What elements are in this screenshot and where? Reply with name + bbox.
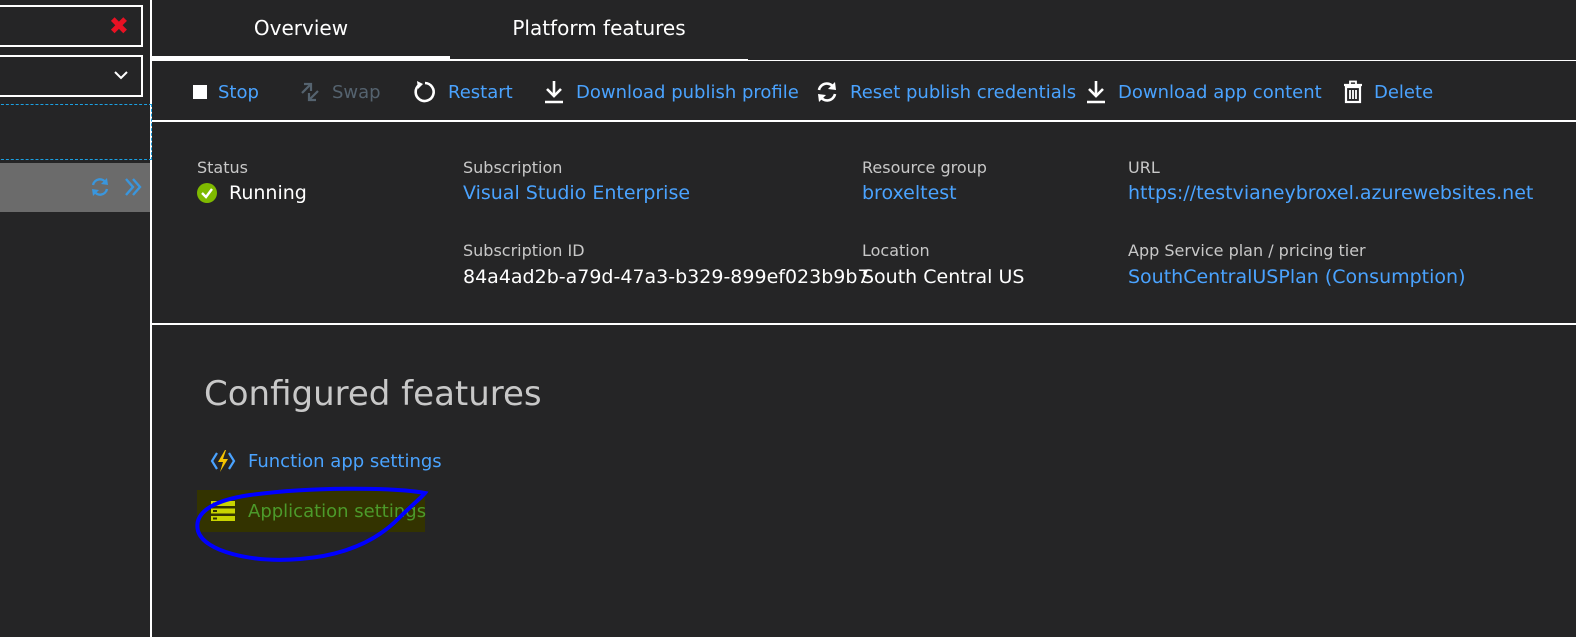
download-icon	[545, 81, 563, 104]
double-chevron-right-icon[interactable]	[123, 175, 143, 199]
tab-platform-features[interactable]: Platform features	[450, 0, 748, 60]
download-app-content-button[interactable]: Download app content	[1084, 79, 1322, 105]
left-pane: ✖	[0, 0, 152, 637]
tab-overview[interactable]: Overview	[152, 0, 450, 60]
close-icon[interactable]: ✖	[109, 12, 129, 40]
status-row: Running	[197, 182, 307, 204]
location-label: Location	[862, 241, 930, 260]
resource-group-link[interactable]: broxeltest	[862, 182, 957, 204]
subscription-id-label: Subscription ID	[463, 241, 585, 260]
download-publish-profile-label: Download publish profile	[576, 81, 799, 103]
function-app-settings-label: Function app settings	[248, 450, 442, 472]
reset-icon	[817, 82, 837, 102]
check-circle-icon	[197, 183, 217, 203]
swap-label: Swap	[332, 81, 381, 103]
refresh-icon[interactable]	[89, 176, 111, 198]
function-app-settings-link[interactable]: Function app settings	[210, 448, 442, 474]
subscription-link[interactable]: Visual Studio Enterprise	[463, 182, 690, 204]
stop-button[interactable]: Stop	[192, 79, 259, 105]
reset-publish-credentials-label: Reset publish credentials	[850, 81, 1077, 103]
app-settings-icon	[211, 501, 235, 521]
app-root: ✖ Overview Platform features Stop Swap R…	[0, 0, 1576, 637]
stop-label: Stop	[218, 81, 259, 103]
delete-label: Delete	[1374, 81, 1434, 103]
left-dropdown[interactable]	[0, 55, 143, 97]
tab-strip: Overview Platform features	[152, 0, 1576, 60]
left-search-box[interactable]: ✖	[0, 5, 143, 47]
function-bolt-icon	[210, 450, 236, 472]
application-settings-link[interactable]: Application settings	[210, 499, 426, 523]
delete-button[interactable]: Delete	[1342, 79, 1433, 105]
location-value: South Central US	[862, 266, 1025, 288]
subscription-id-value: 84a4ad2b-a79d-47a3-b329-899ef023b9b7	[463, 266, 870, 288]
left-selected-row[interactable]	[0, 163, 150, 212]
reset-publish-credentials-button[interactable]: Reset publish credentials	[814, 79, 1076, 105]
download-publish-profile-button[interactable]: Download publish profile	[542, 79, 799, 105]
url-label: URL	[1128, 158, 1160, 177]
url-link[interactable]: https://testvianeybroxel.azurewebsites.n…	[1128, 182, 1533, 204]
download-icon	[1087, 81, 1105, 104]
trash-icon	[1344, 80, 1362, 104]
download-app-content-label: Download app content	[1118, 81, 1322, 103]
command-bar: Stop Swap Restart Download publish profi…	[152, 60, 1576, 122]
swap-icon	[301, 82, 319, 102]
restart-button[interactable]: Restart	[412, 79, 513, 105]
subscription-label: Subscription	[463, 158, 563, 177]
swap-button: Swap	[298, 79, 381, 105]
plan-link[interactable]: SouthCentralUSPlan (Consumption)	[1128, 266, 1466, 288]
plan-label: App Service plan / pricing tier	[1128, 241, 1366, 260]
configured-features-heading: Configured features	[204, 374, 542, 414]
essentials-panel: Status Running Subscription Visual Studi…	[152, 122, 1576, 325]
stop-icon	[193, 85, 207, 99]
chevron-down-icon	[114, 71, 128, 80]
restart-label: Restart	[448, 81, 513, 103]
left-focus-region[interactable]	[0, 104, 152, 160]
application-settings-label: Application settings	[248, 500, 427, 522]
status-value: Running	[229, 182, 307, 204]
resource-group-label: Resource group	[862, 158, 987, 177]
restart-icon	[414, 81, 435, 103]
status-label: Status	[197, 158, 248, 177]
